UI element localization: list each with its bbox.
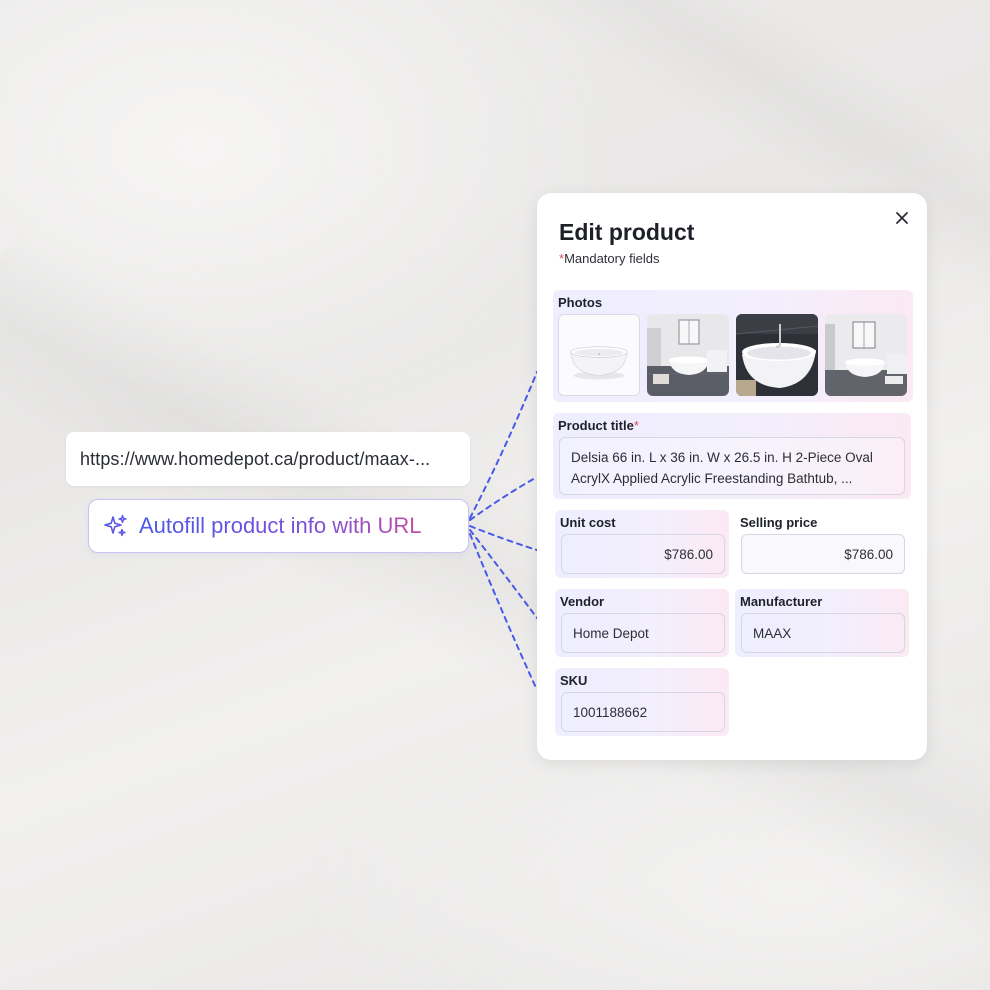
photo-thumbnail[interactable] xyxy=(558,314,640,396)
autofill-label: Autofill product info with URL xyxy=(139,513,422,538)
vendor-section: Vendor Home Depot xyxy=(555,589,729,657)
bathroom-photo-2 xyxy=(825,314,907,396)
selling-price-section: Selling price $786.00 xyxy=(735,510,909,578)
dialog-title: Edit product xyxy=(559,219,695,245)
product-title-label-text: Product title xyxy=(558,418,634,433)
selling-price-label: Selling price xyxy=(740,515,818,530)
manufacturer-field[interactable]: MAAX xyxy=(741,613,905,653)
manufacturer-section: Manufacturer MAAX xyxy=(735,589,909,657)
autofill-button[interactable]: Autofill product info with URL xyxy=(88,499,469,553)
product-title-label: Product title* xyxy=(558,418,639,433)
close-button[interactable] xyxy=(891,207,913,229)
mandatory-note: *Mandatory fields xyxy=(559,251,659,266)
close-icon xyxy=(896,212,908,224)
unit-cost-label: Unit cost xyxy=(560,515,616,530)
connector-photos xyxy=(469,371,538,519)
edit-product-dialog: Edit product *Mandatory fields Photos Pr… xyxy=(537,193,927,760)
connector-title xyxy=(469,476,538,521)
unit-cost-field[interactable]: $786.00 xyxy=(561,534,725,574)
required-star: * xyxy=(633,418,639,433)
photos-label: Photos xyxy=(558,295,603,310)
connector-vendor xyxy=(469,529,538,619)
sparkle-icon xyxy=(104,514,127,537)
photo-thumbnail[interactable] xyxy=(736,314,818,396)
vendor-label: Vendor xyxy=(560,594,605,609)
product-title-field[interactable]: Delsia 66 in. L x 36 in. W x 26.5 in. H … xyxy=(559,437,905,495)
bathroom-photo-1 xyxy=(647,314,729,396)
mandatory-text: Mandatory fields xyxy=(564,251,660,266)
unit-cost-section: Unit cost $786.00 xyxy=(555,510,729,578)
product-title-section: Product title* Delsia 66 in. L x 36 in. … xyxy=(553,413,911,499)
photo-thumbnail[interactable] xyxy=(825,314,907,396)
sku-field[interactable]: 1001188662 xyxy=(561,692,725,732)
photos-section: Photos xyxy=(553,290,913,402)
photo-thumbnail[interactable] xyxy=(647,314,729,396)
sku-label: SKU xyxy=(560,673,588,688)
bathtub-product-photo xyxy=(559,315,639,395)
connector-cost xyxy=(469,525,538,551)
selling-price-field[interactable]: $786.00 xyxy=(741,534,905,574)
vendor-field[interactable]: Home Depot xyxy=(561,613,725,653)
manufacturer-label: Manufacturer xyxy=(740,594,823,609)
connector-sku xyxy=(469,533,538,691)
sku-section: SKU 1001188662 xyxy=(555,668,729,736)
url-input[interactable]: https://www.homedepot.ca/product/maax-..… xyxy=(66,432,470,486)
bathtub-closeup-photo xyxy=(736,314,818,396)
